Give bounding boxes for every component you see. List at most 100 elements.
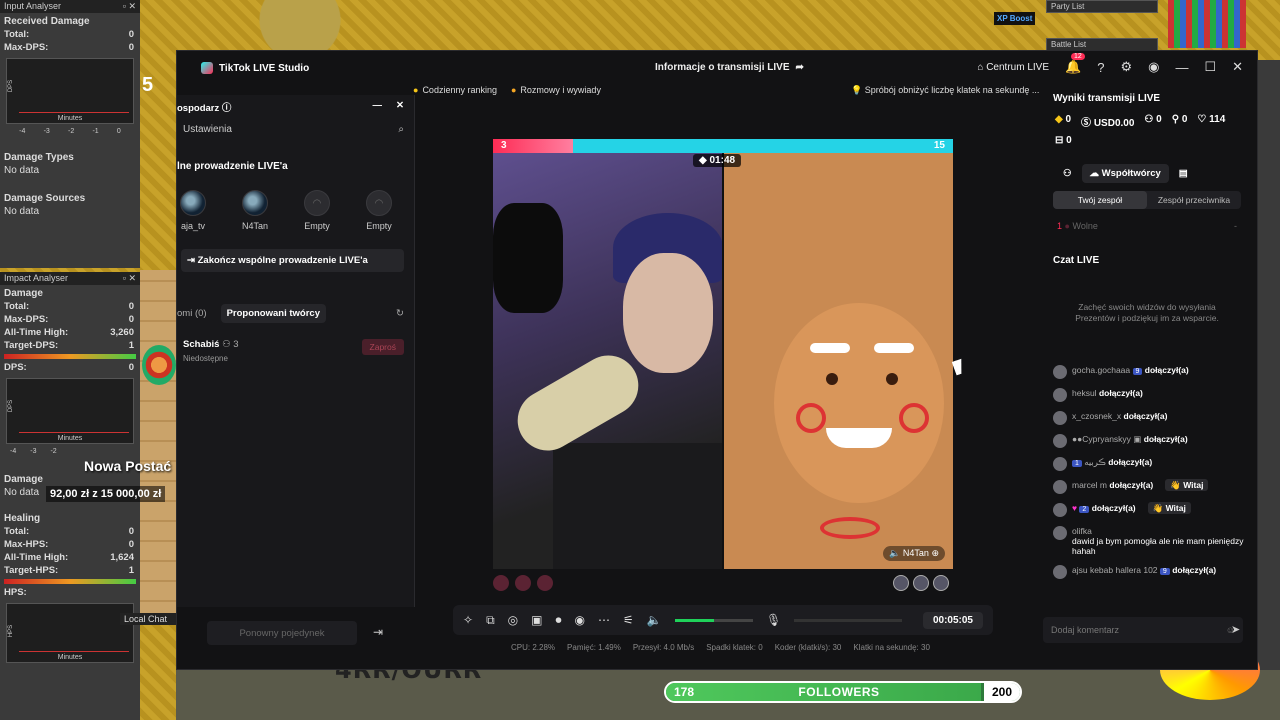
elapsed-time: 00:05:05 [922,611,983,629]
live-chat-title: Czat LIVE [1053,255,1100,266]
settings-row[interactable]: Ustawienia ⌕ [183,124,404,135]
welcome-button[interactable]: 👋 Witaj [1147,502,1191,514]
close-icon[interactable]: ✕ [1232,59,1243,75]
cohosts-button[interactable]: ☁ Współtwórcy [1081,164,1169,183]
rematch-button[interactable]: Ponowny pojedynek [207,621,357,645]
gift-icon: ⊟ [1055,135,1064,146]
list-icon[interactable]: ▤ [1179,168,1188,179]
exit-icon[interactable]: ⇥ [373,625,383,639]
mic-level[interactable] [794,618,902,622]
xp-boost-button[interactable]: XP Boost [994,12,1036,25]
cohost-slot[interactable]: ◠ Empty [301,190,333,231]
tab-opponent-team[interactable]: Zespół przeciwnika [1147,191,1241,209]
avatar[interactable]: ◉ [1148,59,1159,75]
stat-row: Max-HPS: 0 [4,539,134,550]
magic-wand-icon[interactable]: ✧ [463,613,473,627]
layout-icon[interactable]: ⧉ [486,613,495,628]
bulb-icon: 💡 [851,85,863,95]
badge-icon: ●● [1072,434,1083,444]
cohost-slot[interactable]: N4Tan [239,190,271,231]
stat-row: Total: 0 [4,301,134,312]
cohost-icon: ☁ [1089,168,1100,179]
welcome-button[interactable]: 👋 Witaj [1165,479,1209,491]
heart-icon: ♥ [1072,503,1078,513]
avatar [1053,365,1067,379]
damage-types-title: Damage Types [4,152,74,163]
record-icon[interactable]: ⏺ [555,613,561,628]
avatar [1053,457,1067,471]
avatar[interactable] [493,575,509,591]
impact-analyser-header[interactable]: Impact Analyser ▫ ✕ [0,272,140,285]
tab-my-team[interactable]: Twój zespół [1053,191,1147,209]
stream-info-link[interactable]: Informacje o transmisji LIVE ➦ [655,62,804,73]
tiktok-logo-icon [201,62,213,74]
avatar [180,190,206,216]
tiktok-live-studio-window: TikTok LIVE Studio Informacje o transmis… [176,50,1258,670]
local-chat-tab[interactable]: Local Chat [120,613,176,625]
avatar[interactable] [913,575,929,591]
camera-icon[interactable]: ◉ [574,613,584,627]
person-icon[interactable]: ⚇ [1063,168,1072,179]
home-icon: ⌂ [977,61,984,73]
party-list-header[interactable]: Party List [1046,0,1158,13]
tab-talks[interactable]: ● Rozmowy i wywiady [511,85,601,95]
info-icon[interactable]: ⓘ [222,103,232,114]
input-analyser-header[interactable]: Input Analyser ▫ ✕ [0,0,140,13]
left-score: 3 [501,140,507,151]
chat-messages: gocha.gochaaa 9 dołączył(a) heksul dołąc… [1053,365,1253,588]
help-icon[interactable]: ? [1097,60,1104,75]
volume-slider[interactable] [674,618,754,622]
minimize-icon[interactable]: — [373,100,383,114]
followers-goal-bar: 178 FOLLOWERS 200 [664,681,1022,703]
avatar[interactable] [537,575,553,591]
cohost-slot[interactable]: ◠ Empty [363,190,395,231]
speaker-icon[interactable]: 🔈 [647,613,662,627]
donation-goal: 92,00 zł z 15 000,00 zł [46,486,166,502]
list-item: olifka dawid ja bym pomogła ale nie mam p… [1053,526,1253,556]
avatar[interactable] [515,575,531,591]
screen-icon[interactable]: ▣ [531,613,542,627]
refresh-icon[interactable]: ↻ [396,308,404,319]
close-icon[interactable]: ✕ [396,100,404,114]
live-center-button[interactable]: ⌂ Centrum LIVE [977,62,1049,73]
tab-daily-ranking[interactable]: ● Codzienny ranking [413,85,497,95]
tab-suggested[interactable]: Proponowani twórcy [220,304,326,323]
gear-icon[interactable]: ⚙ [1120,59,1132,75]
bell-icon[interactable]: 🔔 12 [1065,53,1085,75]
stat-row: DPS: 0 [4,362,134,373]
effects-icon[interactable]: ◎ [508,613,518,627]
minimize-icon[interactable]: — [1175,60,1188,75]
comment-input[interactable]: Dodaj komentarz ☺ [1043,617,1243,643]
list-item: ♥ 2 dołączył(a) 👋 Witaj [1053,502,1253,517]
avatar [1053,526,1067,540]
target-hps-bar [4,579,136,584]
maximize-icon[interactable]: ☐ [1204,59,1216,75]
avatar[interactable] [893,575,909,591]
microphone-icon[interactable]: 🎙 [766,613,781,627]
list-item: ●●Cypryanskyy ▣ dołączył(a) [1053,434,1253,448]
right-score: 15 [933,140,945,151]
minimap[interactable] [1168,0,1246,48]
game-item-icon [142,345,176,385]
trophy-icon: ● [413,85,419,95]
send-icon[interactable]: ➤ [1231,623,1240,636]
tab-friends[interactable]: omi (0) [177,308,207,319]
right-panel: Wyniki transmisji LIVE ◆ 0 Ⓢ USD0.00 ⚇ 0… [1043,85,1251,655]
invite-button[interactable]: Zaproś [361,339,404,355]
stat-row: Max-DPS: 0 [4,314,134,325]
sliders-icon[interactable]: ⚟ [623,613,634,627]
cohost-slot[interactable]: aja_tv [177,190,209,231]
end-cohost-button[interactable]: ⇥ Zakończ wspólne prowadzenie LIVE'a [181,249,404,272]
avatar[interactable] [933,575,949,591]
avatar [1053,503,1067,517]
stat-row: Total: 0 [4,526,134,537]
search-icon[interactable]: ⌕ [398,124,404,135]
opponent-tag[interactable]: 🔈 N4Tan ⊕ [883,546,945,561]
list-item: x_czosnek_x dołączył(a) [1053,411,1253,425]
performance-tip[interactable]: 💡 Spróbój obniżyć liczbę klatek na sekun… [851,85,1039,96]
more-icon[interactable]: ⋯ [598,613,610,627]
gifters-icon: ⚲ [1171,114,1180,125]
volume-fill [674,618,714,622]
heart-icon: ♡ [1197,114,1207,125]
dps-graph: DPS Minutes [6,58,134,124]
